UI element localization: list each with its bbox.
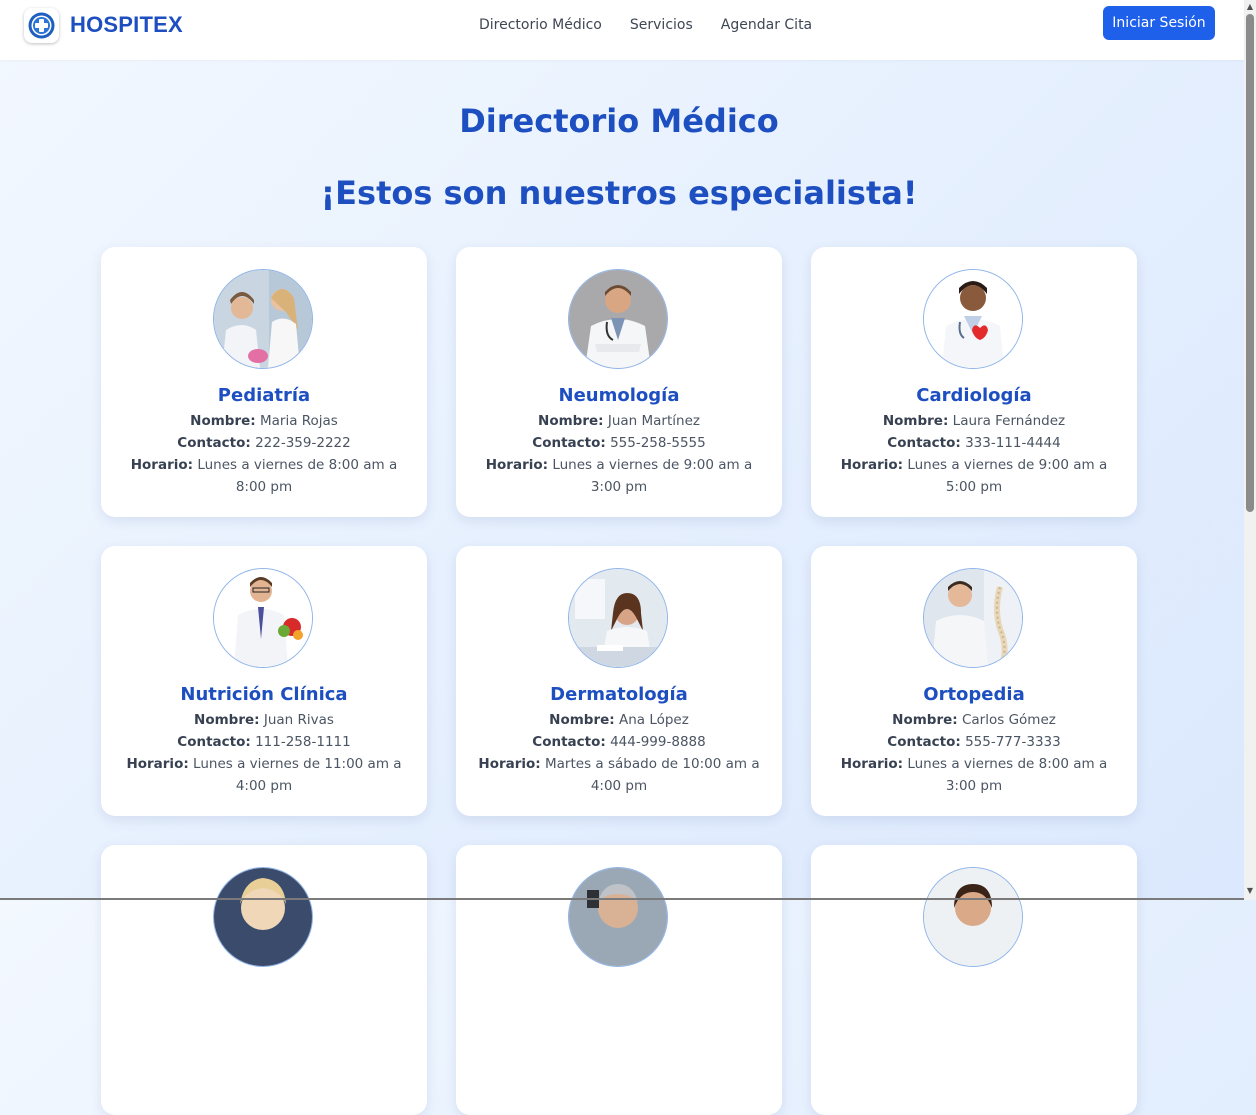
nav-links: Directorio Médico Servicios Agendar Cita [479,16,840,34]
nav-directorio[interactable]: Directorio Médico [479,16,602,34]
doctor-photo [568,568,668,668]
doctor-photo [213,568,313,668]
logo[interactable] [24,8,59,43]
doctor-card: Pediatría Nombre: Maria Rojas Contacto: … [101,247,427,517]
doctor-schedule-row: Horario: Lunes a viernes de 8:00 am a 3:… [840,756,1108,794]
doctor-photo [213,867,313,967]
doctor-schedule-row: Horario: Lunes a viernes de 9:00 am a 5:… [840,457,1108,495]
doctor-contact-row: Contacto: 555-777-3333 [887,734,1061,750]
doctor-card [456,845,782,1115]
login-button[interactable]: Iniciar Sesión [1103,6,1215,40]
doctor-contact-row: Contacto: 333-111-4444 [887,435,1061,451]
specialty-title: Nutrición Clínica [180,684,348,705]
doctor-photo [213,269,313,369]
doctor-info: Nombre: Carlos Gómez Contacto: 555-777-3… [831,709,1117,797]
doctor-schedule-row: Horario: Martes a sábado de 10:00 am a 4… [478,756,760,794]
specialty-title: Neumología [558,385,680,406]
navbar: HOSPITEX Directorio Médico Servicios Age… [0,0,1244,60]
doctor-photo [568,867,668,967]
doctor-info: Nombre: Maria Rojas Contacto: 222-359-22… [121,410,407,498]
doctor-contact-row: Contacto: 222-359-2222 [177,435,351,451]
doctor-contact-row: Contacto: 444-999-8888 [532,734,706,750]
page-title: Directorio Médico [459,102,779,140]
doctor-contact-row: Contacto: 555-258-5555 [532,435,706,451]
specialty-title: Dermatología [550,684,688,705]
specialty-title: Cardiología [916,385,1032,406]
doctor-info: Nombre: Ana López Contacto: 444-999-8888… [476,709,762,797]
brand-name[interactable]: HOSPITEX [70,12,183,38]
medical-cross-icon [28,12,55,39]
nav-servicios[interactable]: Servicios [630,16,693,34]
scroll-down-icon[interactable]: ▼ [1245,886,1255,896]
doctor-card [811,845,1137,1115]
doctor-name-row: Nombre: Juan Rivas [194,712,334,728]
doctor-schedule-row: Horario: Lunes a viernes de 9:00 am a 3:… [485,457,753,495]
doctor-card: Cardiología Nombre: Laura Fernández Cont… [811,247,1137,517]
doctor-photo [568,269,668,369]
doctor-card: Ortopedia Nombre: Carlos Gómez Contacto:… [811,546,1137,816]
doctor-info: Nombre: Laura Fernández Contacto: 333-11… [831,410,1117,498]
doctor-contact-row: Contacto: 111-258-1111 [177,734,351,750]
doctor-name-row: Nombre: Laura Fernández [882,413,1066,429]
doctor-name-row: Nombre: Maria Rojas [190,413,338,429]
page-subtitle: ¡Estos son nuestros especialista! [320,174,918,212]
scroll-up-icon[interactable]: ▲ [1245,2,1255,12]
nav-agendar-cita[interactable]: Agendar Cita [721,16,812,34]
specialty-title: Ortopedia [923,684,1025,705]
doctor-photo [923,867,1023,967]
doctor-name-row: Nombre: Juan Martínez [538,413,700,429]
vertical-scrollbar[interactable]: ▲ ▼ [1244,0,1256,900]
doctor-schedule-row: Horario: Lunes a viernes de 11:00 am a 4… [126,756,402,794]
doctor-card: Nutrición Clínica Nombre: Juan Rivas Con… [101,546,427,816]
doctor-info: Nombre: Juan Rivas Contacto: 111-258-111… [121,709,407,797]
doctor-name-row: Nombre: Ana López [549,712,689,728]
doctor-photo [923,269,1023,369]
scrollbar-thumb[interactable] [1246,14,1254,512]
doctor-photo [923,568,1023,668]
doctor-name-row: Nombre: Carlos Gómez [892,712,1056,728]
doctor-info: Nombre: Juan Martínez Contacto: 555-258-… [476,410,762,498]
doctor-schedule-row: Horario: Lunes a viernes de 8:00 am a 8:… [130,457,398,495]
specialty-title: Pediatría [217,385,311,406]
doctor-card: Dermatología Nombre: Ana López Contacto:… [456,546,782,816]
doctor-card: Neumología Nombre: Juan Martínez Contact… [456,247,782,517]
doctor-card [101,845,427,1115]
